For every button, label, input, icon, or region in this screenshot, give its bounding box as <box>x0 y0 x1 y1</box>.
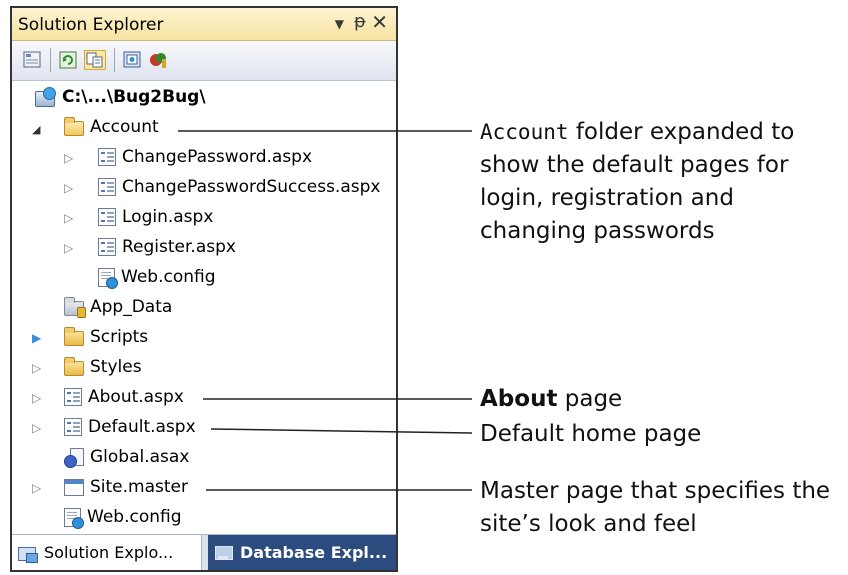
annotation-master-line2: site’s look and feel <box>480 511 697 537</box>
annotation-account-line1: folder expanded to <box>568 119 795 145</box>
annotation-about-bold: About <box>480 386 558 412</box>
annotation-account-line4: changing passwords <box>480 218 715 244</box>
annotation-default: Default home page <box>480 418 701 451</box>
annotation-account: Account folder expanded to show the defa… <box>480 116 794 248</box>
annotation-account-line3: login, registration and <box>480 185 734 211</box>
annotation-account-code: Account <box>480 120 569 144</box>
annotation-master: Master page that specifies the site’s lo… <box>480 475 830 541</box>
annotation-account-line2: show the default pages for <box>480 152 789 178</box>
annotation-about-rest: page <box>557 386 623 412</box>
annotation-about: About page <box>480 383 622 416</box>
annotation-master-line1: Master page that specifies the <box>480 478 831 504</box>
leader-line-default <box>210 428 473 434</box>
annotation-default-text: Default home page <box>480 421 702 447</box>
